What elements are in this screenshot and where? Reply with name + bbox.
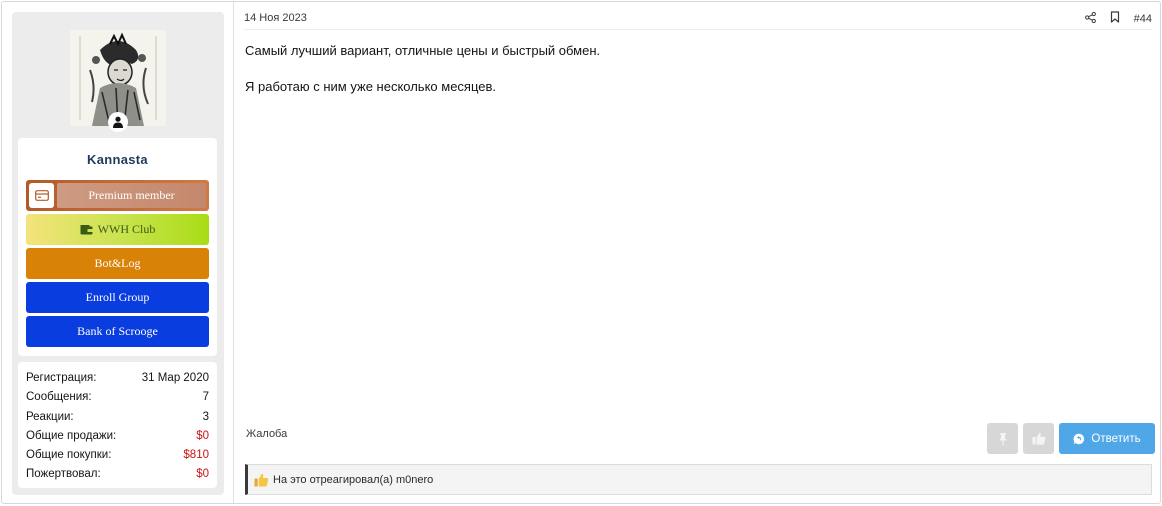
reply-label: Ответить	[1091, 432, 1141, 445]
stat-value: 3	[202, 410, 209, 423]
banner-bot-log: Bot&Log	[26, 248, 209, 279]
reply-bubble-icon	[1074, 433, 1085, 444]
user-sidebar: Kannasta Premium member WWH Club Bot&Log…	[12, 12, 224, 495]
online-status	[108, 112, 128, 132]
user-card: Kannasta Premium member WWH Club Bot&Log…	[18, 138, 217, 356]
stat-value: $0	[196, 429, 209, 442]
reactions-text: На это отреагировал(а) m0nero	[273, 473, 434, 486]
thumbs-up-reaction-icon	[254, 473, 269, 486]
stat-label: Общие продажи:	[26, 429, 117, 442]
post-number[interactable]: #44	[1134, 13, 1152, 25]
stat-label: Регистрация:	[26, 372, 97, 384]
stat-reactions: Реакции: 3	[26, 409, 209, 428]
banner-label: WWH Club	[97, 222, 156, 236]
stat-registration: Регистрация: 31 Мар 2020	[26, 370, 209, 389]
banner-enroll-group: Enroll Group	[26, 282, 209, 313]
thumbs-up-icon	[1032, 432, 1045, 445]
banner-label: Bank of Scrooge	[77, 324, 158, 338]
post-date[interactable]: 14 Ноя 2023	[244, 12, 307, 24]
pin-button[interactable]	[987, 423, 1018, 454]
bookmark-icon	[1110, 11, 1119, 23]
stat-value: $810	[183, 449, 209, 462]
reactions-bar[interactable]: На это отреагировал(а) m0nero	[245, 464, 1152, 495]
stat-total-sales: Общие продажи: $0	[26, 428, 209, 447]
banner-icon-box	[29, 183, 54, 208]
stat-value[interactable]: 7	[203, 389, 209, 408]
wallet-icon	[80, 224, 93, 234]
post-main: 14 Ноя 2023 #44 Самый лучший вариант, от…	[233, 2, 1161, 503]
stat-total-purchases: Общие покупки: $810	[26, 447, 209, 466]
card-icon	[34, 190, 49, 201]
share-icon	[1084, 11, 1096, 23]
banner-label: Bot&Log	[94, 256, 141, 270]
bookmark-button[interactable]	[1110, 11, 1120, 26]
banner-label: Enroll Group	[85, 290, 150, 304]
banner-bank-of-scrooge: Bank of Scrooge	[26, 316, 209, 347]
stat-donated: Пожертвовал: $0	[26, 466, 209, 485]
like-button[interactable]	[1023, 423, 1054, 454]
stat-value: $0	[196, 468, 209, 481]
stat-messages: Сообщения: 7	[26, 389, 209, 408]
avatar-wrap	[70, 30, 166, 132]
stat-value: 31 Мар 2020	[141, 372, 209, 384]
banner-label: Premium member	[57, 183, 206, 208]
share-button[interactable]	[1084, 11, 1096, 26]
pin-icon	[998, 432, 1007, 445]
reply-button[interactable]: Ответить	[1059, 423, 1155, 454]
post-message: Самый лучший вариант, отличные цены и бы…	[245, 42, 600, 114]
username[interactable]: Kannasta	[18, 152, 217, 167]
banner-premium-member: Premium member	[26, 180, 209, 211]
message-line: Я работаю с ним уже несколько месяцев.	[245, 79, 497, 94]
stat-label: Пожертвовал:	[26, 468, 101, 481]
report-link[interactable]: Жалоба	[246, 428, 287, 440]
post-meta: 14 Ноя 2023 #44	[244, 11, 1152, 30]
banner-wwh-club: WWH Club	[26, 214, 209, 245]
person-icon	[113, 116, 123, 128]
stat-label: Общие покупки:	[26, 449, 112, 462]
post-actions: #44	[1084, 11, 1152, 26]
user-stats: Регистрация: 31 Мар 2020 Сообщения: 7 Ре…	[18, 362, 217, 488]
post-container: Kannasta Premium member WWH Club Bot&Log…	[1, 1, 1161, 504]
stat-label: Реакции:	[26, 410, 74, 423]
message-line: Самый лучший вариант, отличные цены и бы…	[245, 43, 601, 58]
stat-label: Сообщения:	[26, 391, 92, 404]
